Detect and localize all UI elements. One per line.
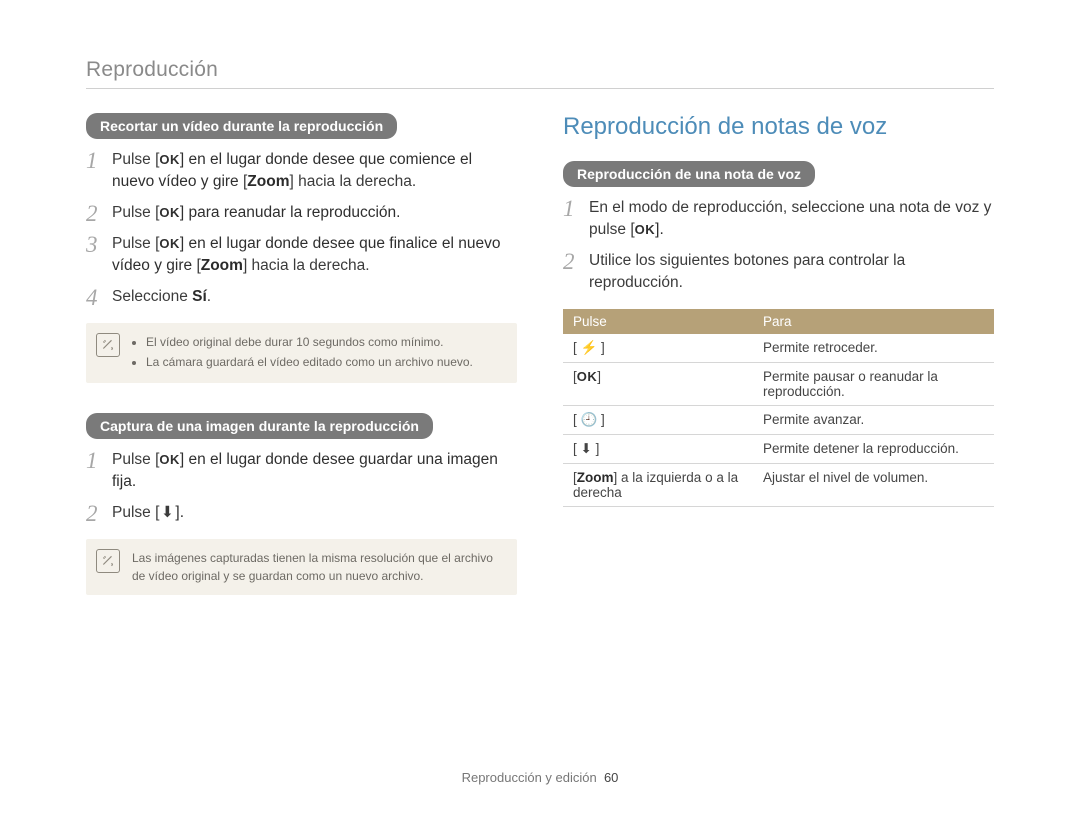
step: 2 Pulse [OK] para reanudar la reproducci…: [86, 202, 517, 225]
step: 1 Pulse [OK] en el lugar donde desee que…: [86, 149, 517, 194]
step: 2 Utilice los siguientes botones para co…: [563, 250, 994, 295]
down-icon: ⬇: [159, 502, 175, 524]
text: ] para reanudar la reproducción.: [180, 204, 401, 221]
section-pill-trim-video: Recortar un vídeo durante la reproducció…: [86, 113, 397, 139]
table-row: [ ⬇ ] Permite detener la reproducción.: [563, 434, 994, 463]
ok-key: OK: [577, 369, 598, 384]
ok-key: OK: [159, 235, 180, 254]
text: Pulse [: [112, 235, 159, 252]
step: 1 En el modo de reproducción, seleccione…: [563, 197, 994, 242]
ok-key: OK: [159, 451, 180, 470]
page-footer: Reproducción y edición 60: [0, 770, 1080, 785]
step-number: 1: [86, 149, 102, 194]
ok-key: OK: [635, 221, 656, 240]
note-box: El vídeo original debe durar 10 segundos…: [86, 323, 517, 383]
text: .: [207, 288, 211, 305]
cell-desc: Permite detener la reproducción.: [753, 434, 994, 463]
section-pill-capture-image: Captura de una imagen durante la reprodu…: [86, 413, 433, 439]
table-row: [ ⚡ ] Permite retroceder.: [563, 334, 994, 363]
steps-capture-image: 1 Pulse [OK] en el lugar donde desee gua…: [86, 449, 517, 525]
table-row: [ 🕘 ] Permite avanzar.: [563, 405, 994, 434]
text: ].: [175, 504, 184, 521]
step-text: Pulse [OK] para reanudar la reproducción…: [112, 202, 517, 225]
step-number: 3: [86, 233, 102, 278]
col-header-pulse: Pulse: [563, 309, 753, 334]
step-number: 4: [86, 286, 102, 309]
bold-zoom: Zoom: [247, 173, 289, 190]
text: Pulse [: [112, 504, 159, 521]
ok-key: OK: [159, 151, 180, 170]
cell-desc: Permite pausar o reanudar la reproducció…: [753, 362, 994, 405]
section-title-voice: Reproducción de notas de voz: [563, 113, 994, 141]
section-pill-voice-note: Reproducción de una nota de voz: [563, 161, 815, 187]
step-text: Pulse [OK] en el lugar donde desee guard…: [112, 449, 517, 494]
right-column: Reproducción de notas de voz Reproducció…: [563, 113, 994, 595]
left-column: Recortar un vídeo durante la reproducció…: [86, 113, 517, 595]
step-text: Seleccione Sí.: [112, 286, 517, 309]
step-text: Pulse [⬇].: [112, 502, 517, 525]
steps-trim-video: 1 Pulse [OK] en el lugar donde desee que…: [86, 149, 517, 309]
step: 1 Pulse [OK] en el lugar donde desee gua…: [86, 449, 517, 494]
text: Seleccione: [112, 288, 192, 305]
steps-voice-note: 1 En el modo de reproducción, seleccione…: [563, 197, 994, 295]
cell-desc: Permite avanzar.: [753, 405, 994, 434]
step: 3 Pulse [OK] en el lugar donde desee que…: [86, 233, 517, 278]
bold-zoom: Zoom: [201, 257, 243, 274]
bold-yes: Sí: [192, 288, 207, 305]
step-text: En el modo de reproducción, seleccione u…: [589, 197, 994, 242]
step-number: 2: [563, 250, 579, 295]
table-header-row: Pulse Para: [563, 309, 994, 334]
footer-label: Reproducción y edición: [462, 770, 597, 785]
step-number: 2: [86, 502, 102, 525]
ok-key: OK: [159, 204, 180, 223]
step-text: Pulse [OK] en el lugar donde desee que c…: [112, 149, 517, 194]
step-number: 1: [563, 197, 579, 242]
cell-desc: Ajustar el nivel de volumen.: [753, 463, 994, 506]
note-text: Las imágenes capturadas tienen la misma …: [132, 551, 493, 583]
two-column-layout: Recortar un vídeo durante la reproducció…: [86, 113, 994, 595]
cell-key: [ ⬇ ]: [563, 434, 753, 463]
cell-key: [ ⚡ ]: [563, 334, 753, 363]
controls-table: Pulse Para [ ⚡ ] Permite retroceder. [OK…: [563, 309, 994, 507]
note-icon: [96, 549, 120, 573]
text: Pulse [: [112, 204, 159, 221]
bold-zoom: Zoom: [577, 470, 614, 485]
step: 2 Pulse [⬇].: [86, 502, 517, 525]
step-number: 2: [86, 202, 102, 225]
col-header-para: Para: [753, 309, 994, 334]
step-number: 1: [86, 449, 102, 494]
text: hacia la derecha.: [294, 173, 416, 190]
note-item: La cámara guardará el vídeo editado como…: [146, 353, 503, 371]
cell-key: [Zoom] a la izquierda o a la derecha: [563, 463, 753, 506]
text: Pulse [: [112, 451, 159, 468]
note-box: Las imágenes capturadas tienen la misma …: [86, 539, 517, 595]
step: 4 Seleccione Sí.: [86, 286, 517, 309]
cell-key: [ 🕘 ]: [563, 405, 753, 434]
page-header: Reproducción: [86, 58, 994, 89]
step-text: Pulse [OK] en el lugar donde desee que f…: [112, 233, 517, 278]
note-icon: [96, 333, 120, 357]
note-item: El vídeo original debe durar 10 segundos…: [146, 333, 503, 351]
table-row: [OK] Permite pausar o reanudar la reprod…: [563, 362, 994, 405]
text: ].: [655, 221, 664, 238]
table-row: [Zoom] a la izquierda o a la derecha Aju…: [563, 463, 994, 506]
step-text: Utilice los siguientes botones para cont…: [589, 250, 994, 295]
text: Pulse [: [112, 151, 159, 168]
text: hacia la derecha.: [247, 257, 369, 274]
cell-desc: Permite retroceder.: [753, 334, 994, 363]
cell-key: [OK]: [563, 362, 753, 405]
page-number: 60: [604, 770, 618, 785]
